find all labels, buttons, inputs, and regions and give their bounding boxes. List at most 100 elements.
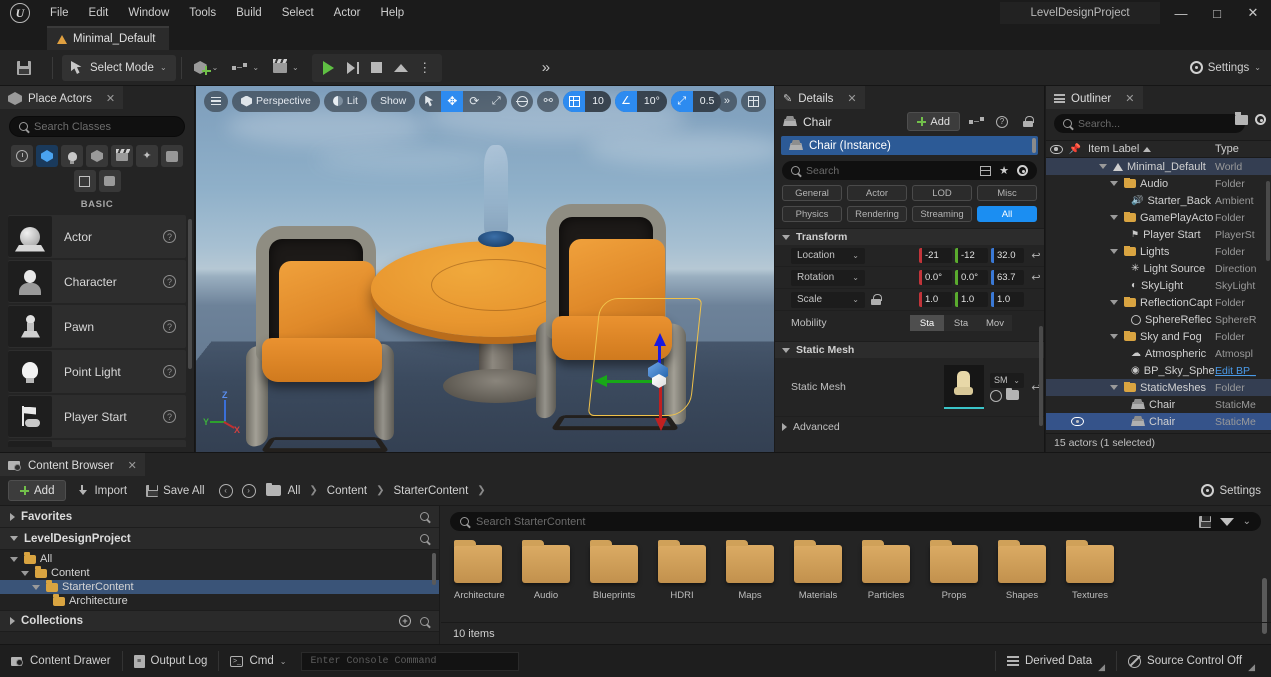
- outliner-row[interactable]: 🔊Starter_BackAmbient: [1046, 192, 1271, 209]
- actor-item-player-start[interactable]: Player Start ?: [8, 395, 186, 438]
- outliner-row[interactable]: ReflectionCaptFolder: [1046, 294, 1271, 311]
- outliner-row[interactable]: ✳Light SourceDirection: [1046, 260, 1271, 277]
- mobility-movable[interactable]: Mov: [978, 315, 1012, 331]
- category-lights[interactable]: [61, 145, 83, 167]
- lit-dropdown[interactable]: Lit: [324, 91, 367, 112]
- derived-data-button[interactable]: Derived Data ◢: [996, 650, 1116, 673]
- project-section[interactable]: LevelDesignProject: [0, 528, 439, 550]
- minimize-button[interactable]: —: [1163, 0, 1199, 26]
- select-tool-button[interactable]: [419, 91, 441, 112]
- collections-section[interactable]: Collections +: [0, 610, 439, 632]
- content-browser-settings[interactable]: Settings: [1201, 484, 1261, 497]
- transform-gizmo[interactable]: [634, 344, 704, 414]
- expand-arrow-icon[interactable]: [21, 571, 29, 576]
- search-classes-input[interactable]: [34, 121, 175, 133]
- coordinate-system-button[interactable]: [511, 91, 533, 112]
- details-scrollbar[interactable]: [1039, 326, 1043, 426]
- static-mesh-thumbnail[interactable]: [944, 365, 984, 409]
- gear-icon[interactable]: [1255, 114, 1266, 125]
- place-actors-search[interactable]: [9, 116, 185, 137]
- add-component-button[interactable]: Add: [907, 112, 960, 131]
- menu-edit[interactable]: Edit: [79, 3, 119, 23]
- scale-tool-button[interactable]: ⤢: [485, 91, 507, 112]
- help-icon[interactable]: ?: [163, 230, 176, 243]
- outliner-search-input[interactable]: [1078, 118, 1236, 130]
- instance-row[interactable]: Chair (Instance): [781, 136, 1038, 155]
- menu-tools[interactable]: Tools: [179, 3, 226, 23]
- asset-folder-item[interactable]: Textures: [1066, 545, 1114, 601]
- blueprints-dropdown[interactable]: ⌄: [225, 55, 266, 81]
- help-icon[interactable]: ?: [163, 365, 176, 378]
- show-dropdown[interactable]: Show: [371, 91, 415, 112]
- asset-folder-item[interactable]: Audio: [522, 545, 570, 601]
- outliner-row[interactable]: Sky and FogFolder: [1046, 328, 1271, 345]
- breadcrumb-startercontent[interactable]: StarterContent: [389, 485, 472, 497]
- content-drawer-button[interactable]: Content Drawer: [0, 650, 122, 673]
- new-folder-icon[interactable]: [1235, 115, 1248, 125]
- filter-misc[interactable]: Misc: [977, 185, 1037, 201]
- toolbar-overflow-button[interactable]: »: [542, 59, 550, 76]
- angle-snap-value[interactable]: 10°: [637, 91, 667, 112]
- grid-snap-toggle[interactable]: [563, 91, 585, 112]
- visibility-column-header[interactable]: [1046, 145, 1066, 154]
- expand-arrow-icon[interactable]: [32, 585, 40, 590]
- category-basic[interactable]: [36, 145, 58, 167]
- breadcrumb-content[interactable]: Content: [323, 485, 371, 497]
- select-mode-dropdown[interactable]: Select Mode ⌄: [62, 55, 176, 81]
- category-geometry[interactable]: [74, 170, 96, 192]
- gizmo-y-axis[interactable]: [606, 380, 654, 383]
- category-shapes[interactable]: [86, 145, 108, 167]
- location-revert-button[interactable]: ↩: [1028, 249, 1044, 262]
- asset-folder-item[interactable]: HDRI: [658, 545, 706, 601]
- save-all-button[interactable]: Save All: [138, 480, 213, 501]
- mobility-stationary[interactable]: Sta: [944, 315, 978, 331]
- blueprint-edit-button[interactable]: [966, 112, 986, 131]
- scale-dropdown[interactable]: Scale ⌄: [791, 292, 865, 308]
- outliner-row[interactable]: ChairStaticMe: [1046, 396, 1271, 413]
- tab-place-actors[interactable]: Place Actors ✕: [0, 86, 123, 109]
- filter-streaming[interactable]: Streaming: [912, 206, 972, 222]
- browse-to-asset-icon[interactable]: [1006, 390, 1019, 400]
- details-search[interactable]: ★: [782, 161, 1037, 180]
- folder-tree-row[interactable]: Architecture: [0, 594, 439, 608]
- filter-all[interactable]: All: [977, 206, 1037, 222]
- actor-item-actor[interactable]: Actor ?: [8, 215, 186, 258]
- expand-arrow-icon[interactable]: [1110, 215, 1118, 220]
- category-cinematic[interactable]: [111, 145, 133, 167]
- pause-step-button[interactable]: [342, 56, 364, 80]
- scale-lock-icon[interactable]: [871, 294, 881, 305]
- search-icon[interactable]: [420, 534, 429, 543]
- mobility-static[interactable]: Sta: [910, 315, 944, 331]
- outliner-row[interactable]: ◉BP_Sky_SpheEdit BP_: [1046, 362, 1271, 379]
- static-mesh-section-header[interactable]: Static Mesh: [775, 341, 1044, 358]
- expand-arrow-icon[interactable]: [1110, 385, 1118, 390]
- advanced-section-header[interactable]: Advanced: [775, 416, 1044, 436]
- tab-content-browser[interactable]: Content Browser ✕: [0, 453, 145, 476]
- item-label-column-header[interactable]: Item Label: [1084, 143, 1215, 155]
- vase-actor[interactable]: [476, 145, 516, 251]
- tab-details[interactable]: ✎ Details ✕: [775, 86, 865, 109]
- use-selected-asset-icon[interactable]: [990, 390, 1002, 402]
- menu-build[interactable]: Build: [226, 3, 272, 23]
- location-dropdown[interactable]: Location ⌄: [791, 248, 865, 264]
- outliner-row[interactable]: AudioFolder: [1046, 175, 1271, 192]
- visibility-toggle[interactable]: [1046, 417, 1084, 426]
- add-actor-dropdown[interactable]: ⌄: [187, 55, 226, 81]
- expand-arrow-icon[interactable]: [1110, 181, 1118, 186]
- asset-folder-item[interactable]: Particles: [862, 545, 910, 601]
- help-icon[interactable]: ?: [163, 320, 176, 333]
- outliner-row[interactable]: GamePlayActoFolder: [1046, 209, 1271, 226]
- transform-section-header[interactable]: Transform: [775, 228, 1044, 245]
- filter-rendering[interactable]: Rendering: [847, 206, 907, 222]
- asset-folder-item[interactable]: Blueprints: [590, 545, 638, 601]
- menu-help[interactable]: Help: [371, 3, 415, 23]
- details-help-button[interactable]: ?: [992, 112, 1012, 131]
- outliner-row[interactable]: ChairStaticMe: [1046, 413, 1271, 430]
- actor-item-point-light[interactable]: Point Light ?: [8, 350, 186, 393]
- location-x-input[interactable]: -21: [919, 248, 952, 263]
- folder-tree-row[interactable]: StarterContent: [0, 580, 439, 594]
- actor-item-partial[interactable]: [8, 440, 186, 447]
- chevron-down-icon[interactable]: ⌄: [1243, 516, 1251, 527]
- cmd-dropdown[interactable]: >_ Cmd ⌄: [219, 650, 297, 673]
- breadcrumb-all[interactable]: All: [284, 485, 305, 497]
